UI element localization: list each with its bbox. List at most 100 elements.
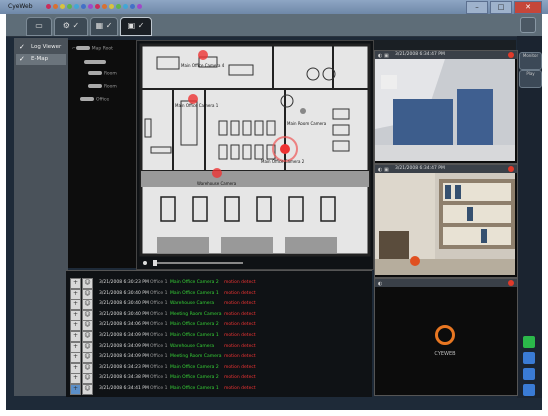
layout-tab[interactable]: ▦ ✓ <box>90 17 118 36</box>
zoom-slider-track[interactable] <box>153 262 243 264</box>
maximize-button[interactable]: □ <box>490 1 512 14</box>
database-icon[interactable] <box>523 336 535 348</box>
event-time: 3/21/2008 6:34:41 PM <box>99 386 149 391</box>
camera-timestamp: 3/21/2008 6:34:47 PM <box>395 52 445 57</box>
event-type: motion detect <box>224 290 256 296</box>
event-camera: Warehouse Camera <box>170 301 215 307</box>
camera-view-column: ◐ ▣ 3/21/2008 6:34:47 PM ◐ ▣ 3/21/2008 6… <box>374 40 518 396</box>
event-camera: Main Office Camera 1 <box>170 290 219 296</box>
event-time: 3/21/2008 6:34:23 PM <box>99 364 149 370</box>
camera-view-empty[interactable]: ◐ CYEWEB <box>374 278 518 396</box>
event-row[interactable]: + ☺ 3/21/2008 6:34:09 PM Office 1 Warehouse … <box>70 341 370 353</box>
main-toolbar: ▭ ⚙ ✓ ▦ ✓ ▣ ✓ <box>6 14 542 37</box>
right-rail: Monitor Play <box>517 36 542 410</box>
cyeweb-logo-icon <box>435 325 455 345</box>
event-time: 3/21/2008 6:30:40 PM <box>99 301 149 307</box>
map-tab[interactable]: ▣ ✓ <box>120 17 152 36</box>
check-icon: ✓ <box>19 43 25 51</box>
camera-icon: ◐ ▣ <box>378 167 389 173</box>
cyeweb-logo-text: CYEWEB <box>434 351 456 357</box>
event-row[interactable]: + ☺ 3/21/2008 6:34:06 PM Office 1 Main Offic… <box>70 319 370 332</box>
tree-item[interactable]: Room <box>88 84 117 90</box>
event-type: motion detect <box>224 375 256 381</box>
layout-icon: ▦ ✓ <box>95 21 113 30</box>
event-office: Office 1 <box>150 364 168 370</box>
tree-node-icon <box>88 71 102 75</box>
zoom-reset-icon[interactable] <box>143 261 147 265</box>
camera-view[interactable]: ◐ ▣ 3/21/2008 6:34:47 PM <box>374 50 518 164</box>
event-row[interactable]: + ☺ 3/21/2008 6:34:09 PM Office 1 Meeting Ro… <box>70 351 370 364</box>
map-camera-label: Main Office Camera 4 <box>181 63 225 68</box>
tree-node-icon <box>88 84 102 88</box>
map-camera-label: Main Room Camera <box>287 121 327 126</box>
add-icon[interactable]: + <box>70 384 81 395</box>
camera-feed <box>375 173 515 275</box>
user-group-icon[interactable] <box>523 368 535 380</box>
event-type: motion detect <box>224 386 256 391</box>
tree-item-label: Office <box>96 97 110 103</box>
play-rail-button[interactable]: Play <box>519 70 542 88</box>
menu-icon[interactable] <box>520 17 536 33</box>
event-camera: Warehouse Camera <box>170 343 215 349</box>
event-row[interactable]: + ☺ 3/21/2008 6:30:40 PM Office 1 Meeting Ro… <box>70 309 370 321</box>
event-log-panel: + ☺ 3/21/2008 6:30:23 PM Office 1 Main Offic… <box>66 270 372 397</box>
user-icon[interactable]: ☺ <box>82 384 93 395</box>
event-type: motion detect <box>224 301 256 307</box>
event-camera: Meeting Room Camera <box>170 354 222 360</box>
event-type: motion detect <box>224 343 256 349</box>
camera-icon: ◐ <box>378 281 383 287</box>
event-type: motion detect <box>224 311 256 317</box>
tree-item[interactable]: Room <box>88 71 117 77</box>
tree-item-root[interactable]: ⌐ Map Root <box>72 46 113 52</box>
zoom-slider-thumb[interactable] <box>153 260 157 266</box>
event-type: motion detect <box>224 280 256 285</box>
monitor-tab[interactable]: ▭ <box>26 17 52 36</box>
settings-tab[interactable]: ⚙ ✓ <box>54 17 88 36</box>
monitor-rail-label: Monitor <box>522 53 539 58</box>
camera-header: ◐ <box>375 279 517 287</box>
event-row[interactable]: + ☺ 3/21/2008 6:34:23 PM Office 1 Main Offic… <box>70 362 370 374</box>
network-icon[interactable] <box>523 384 535 396</box>
tree-item[interactable] <box>84 60 108 66</box>
close-button[interactable]: ✕ <box>514 1 542 14</box>
event-office: Office 1 <box>150 301 168 307</box>
camera-close-icon[interactable] <box>508 280 514 286</box>
event-row[interactable]: + ☺ 3/21/2008 6:30:23 PM Office 1 Main Offic… <box>70 277 370 289</box>
event-office: Office 1 <box>150 354 168 360</box>
camera-view[interactable]: ◐ ▣ 3/21/2008 6:34:47 PM <box>374 164 518 278</box>
check-icon: ✓ <box>19 55 25 63</box>
event-office: Office 1 <box>150 290 168 296</box>
user-icon[interactable] <box>523 352 535 364</box>
event-row[interactable]: + ☺ 3/21/2008 6:30:40 PM Office 1 Main Offic… <box>70 288 370 300</box>
camera-marker[interactable] <box>198 50 208 60</box>
tree-item[interactable]: Office <box>80 97 109 103</box>
nav-item-e-map[interactable]: ✓ E-Map <box>16 54 66 65</box>
monitor-rail-button[interactable]: Monitor <box>519 52 542 70</box>
event-row[interactable]: + ☺ 3/21/2008 6:30:40 PM Office 1 Warehouse … <box>70 298 370 311</box>
event-camera: Main Office Camera 2 <box>170 364 219 370</box>
floor-plan: Main Office Camera 4 Main Office Camera … <box>139 43 371 266</box>
tree-node-icon <box>84 60 106 64</box>
camera-close-icon[interactable] <box>508 52 514 58</box>
play-rail-label: Play <box>526 71 535 76</box>
event-row[interactable]: + ☺ 3/21/2008 6:34:38 PM Office 1 Main Offic… <box>70 372 370 385</box>
nav-item-label: E-Map <box>31 56 49 62</box>
camera-marker[interactable] <box>300 108 306 114</box>
event-office: Office 1 <box>150 322 168 328</box>
nav-panel: ✓ Log Viewer ✓ E-Map <box>14 38 68 396</box>
event-row[interactable]: + ☺ 3/21/2008 6:34:09 PM Office 1 Main Offic… <box>70 330 370 342</box>
event-time: 3/21/2008 6:34:38 PM <box>99 375 149 381</box>
camera-close-icon[interactable] <box>508 166 514 172</box>
floor-plan-map[interactable]: Main Office Camera 4 Main Office Camera … <box>136 40 374 270</box>
camera-marker[interactable] <box>212 168 222 178</box>
tree-node-icon <box>80 97 94 101</box>
title-bar: CyeWeb – □ ✕ <box>0 0 548 14</box>
event-type: motion detect <box>224 322 256 328</box>
camera-header: ◐ ▣ 3/21/2008 6:34:47 PM <box>375 165 517 173</box>
event-row[interactable]: + ☺ 3/21/2008 6:34:41 PM Office 1 Main Offic… <box>70 383 370 395</box>
minimize-button[interactable]: – <box>466 1 488 14</box>
map-tree-panel: ⌐ Map Root Room Room Office <box>68 40 136 268</box>
event-camera: Main Office Camera 2 <box>170 322 219 328</box>
tree-item-label: Map Root <box>91 46 113 52</box>
nav-item-log-viewer[interactable]: ✓ Log Viewer <box>16 42 66 53</box>
